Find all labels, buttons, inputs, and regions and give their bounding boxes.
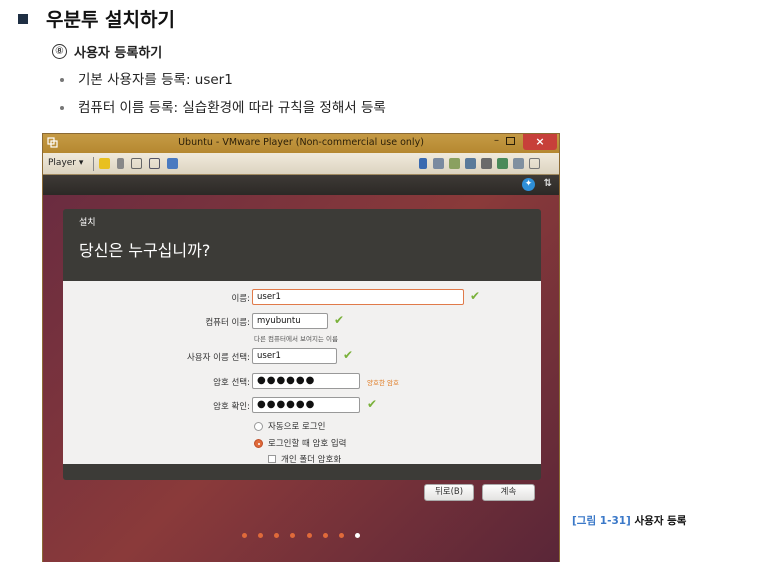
bullet-item: 기본 사용자를 등록: user1 bbox=[60, 68, 233, 88]
confirm-password-field[interactable]: ●●●●●● bbox=[252, 397, 360, 413]
require-password-radio[interactable] bbox=[254, 439, 263, 448]
require-password-label: 로그인할 때 암호 입력 bbox=[268, 439, 347, 449]
confirm-password-label: 암호 확인: bbox=[213, 402, 250, 412]
step-title: ⑧ 사용자 등록하기 bbox=[52, 42, 162, 61]
player-menu[interactable]: Player ▾ bbox=[48, 158, 83, 168]
step-number: ⑧ bbox=[52, 44, 67, 59]
confirm-check-icon: ✔ bbox=[367, 397, 378, 411]
bullet-text: 기본 사용자를 등록: user1 bbox=[78, 72, 233, 88]
step-title-text: 사용자 등록하기 bbox=[74, 46, 163, 61]
message-icon[interactable] bbox=[529, 158, 540, 169]
progress-dot bbox=[274, 533, 280, 538]
network-icon[interactable] bbox=[131, 158, 142, 169]
toolbar-separator bbox=[93, 157, 94, 171]
back-button[interactable]: 뒤로(B) bbox=[424, 484, 474, 501]
progress-dot bbox=[242, 533, 248, 538]
progress-dot bbox=[306, 533, 312, 538]
user-form: 이름: user1 ✔ 컴퓨터 이름: myubuntu ✔ 다른 컴퓨터에서 … bbox=[63, 281, 541, 465]
username-check-icon: ✔ bbox=[343, 348, 354, 362]
progress-dot bbox=[290, 533, 296, 538]
name-check-icon: ✔ bbox=[470, 289, 481, 303]
computer-name-field[interactable]: myubuntu bbox=[252, 313, 328, 329]
encrypt-home-checkbox[interactable] bbox=[268, 455, 276, 463]
figure-caption: [그림 1-31] 사용자 등록 bbox=[572, 513, 686, 528]
username-field[interactable]: user1 bbox=[252, 348, 337, 364]
password-strength: 양호한 암호 bbox=[367, 379, 399, 387]
installer-dialog: 설치 당신은 누구십니까? 이름: user1 ✔ 컴퓨터 이름: myubun… bbox=[63, 209, 541, 501]
autologin-label: 자동으로 로그인 bbox=[268, 422, 326, 432]
disk-icon[interactable] bbox=[433, 158, 444, 169]
autologin-radio[interactable] bbox=[254, 422, 263, 431]
maximize-button[interactable] bbox=[506, 137, 515, 145]
title-bar[interactable]: Ubuntu - VMware Player (Non-commercial u… bbox=[43, 134, 559, 153]
sound-icon[interactable] bbox=[513, 158, 524, 169]
square-bullet-icon bbox=[18, 13, 28, 24]
unity-icon[interactable] bbox=[167, 158, 178, 169]
pause-icon[interactable] bbox=[99, 158, 110, 169]
dropdown-icon[interactable] bbox=[117, 158, 124, 169]
progress-dot-current bbox=[354, 533, 360, 538]
network-status-icon[interactable]: ⇅ bbox=[544, 178, 552, 189]
password-label: 암호 선택: bbox=[213, 378, 250, 388]
vmware-toolbar: Player ▾ bbox=[43, 153, 559, 175]
continue-button[interactable]: 계속 bbox=[482, 484, 535, 501]
usb-icon[interactable] bbox=[497, 158, 508, 169]
minimize-button[interactable]: – bbox=[494, 135, 499, 146]
name-field[interactable]: user1 bbox=[252, 289, 464, 305]
dialog-heading: 당신은 누구십니까? bbox=[79, 241, 211, 260]
accessibility-icon[interactable]: ✦ bbox=[522, 178, 535, 191]
encrypt-home-label: 개인 폴더 암호화 bbox=[281, 455, 342, 465]
caption-number: [그림 1-31] bbox=[572, 515, 631, 527]
computer-name-check-icon: ✔ bbox=[334, 313, 345, 327]
progress-dots bbox=[43, 523, 559, 542]
section-heading: 우분투 설치하기 bbox=[18, 5, 175, 32]
arrow-icon[interactable] bbox=[419, 158, 427, 169]
bullet-text: 컴퓨터 이름 등록: 실습환경에 따라 규칙을 정해서 등록 bbox=[78, 100, 386, 116]
password-field[interactable]: ●●●●●● bbox=[252, 373, 360, 389]
bullet-item: 컴퓨터 이름 등록: 실습환경에 따라 규칙을 정해서 등록 bbox=[60, 96, 386, 116]
bullet-dot-icon bbox=[60, 78, 64, 82]
heading-text: 우분투 설치하기 bbox=[46, 9, 175, 31]
ubuntu-top-panel: ✦ ⇅ bbox=[43, 175, 559, 195]
bullet-dot-icon bbox=[60, 106, 64, 110]
computer-name-hint: 다른 컴퓨터에서 보여지는 이름 bbox=[254, 335, 338, 343]
progress-dot bbox=[258, 533, 264, 538]
computer-name-label: 컴퓨터 이름: bbox=[205, 318, 250, 328]
close-button[interactable]: × bbox=[523, 134, 557, 150]
floppy-icon[interactable] bbox=[465, 158, 476, 169]
printer-icon[interactable] bbox=[481, 158, 492, 169]
vmware-window: Ubuntu - VMware Player (Non-commercial u… bbox=[42, 133, 560, 562]
window-title: Ubuntu - VMware Player (Non-commercial u… bbox=[178, 137, 424, 148]
progress-dot bbox=[338, 533, 344, 538]
username-label: 사용자 이름 선택: bbox=[186, 353, 250, 363]
dialog-title: 설치 bbox=[79, 218, 96, 228]
fullscreen-icon[interactable] bbox=[149, 158, 160, 169]
caption-text: 사용자 등록 bbox=[634, 515, 687, 527]
progress-dot bbox=[322, 533, 328, 538]
cdrom-icon[interactable] bbox=[449, 158, 460, 169]
name-label: 이름: bbox=[231, 294, 250, 304]
